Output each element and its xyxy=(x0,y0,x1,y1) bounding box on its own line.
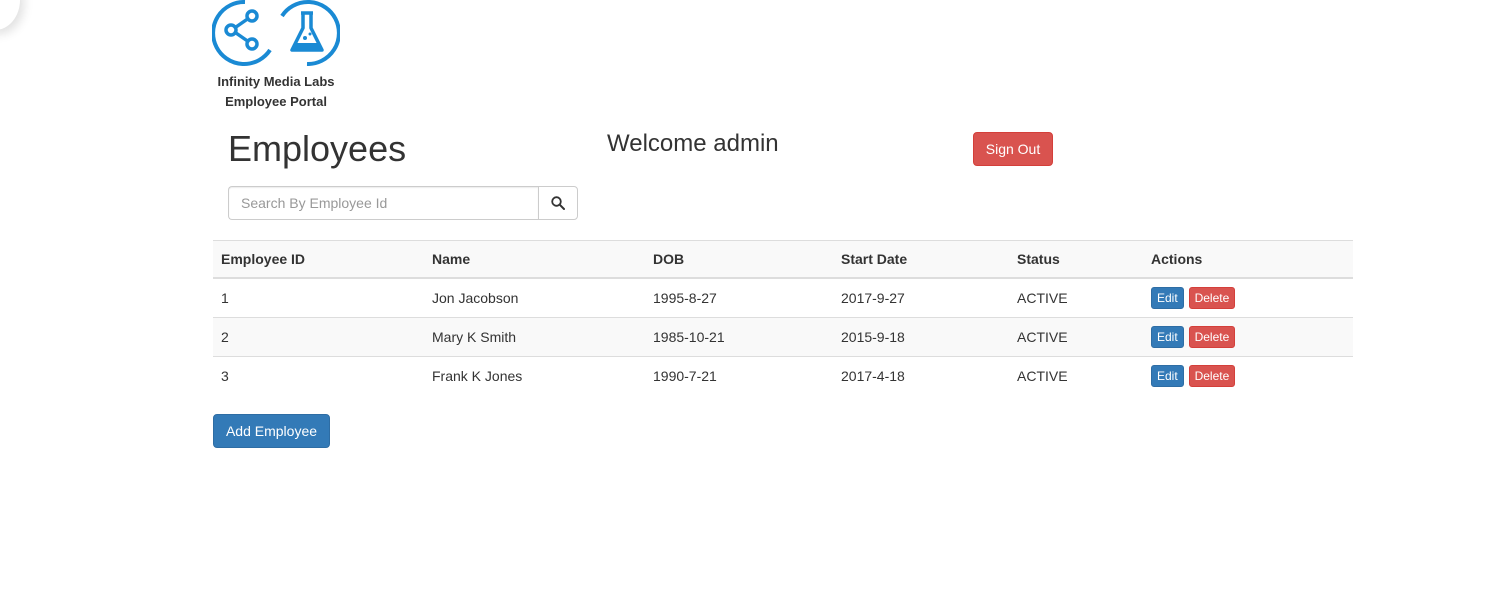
cell-start-date: 2017-9-27 xyxy=(833,278,1009,318)
search-group xyxy=(228,186,578,220)
cell-employee-id: 3 xyxy=(213,356,424,395)
cell-employee-id: 2 xyxy=(213,317,424,357)
cell-start-date: 2015-9-18 xyxy=(833,317,1009,357)
search-button[interactable] xyxy=(538,186,578,220)
brand-line-2: Employee Portal xyxy=(225,94,327,109)
cell-dob: 1995-8-27 xyxy=(645,278,833,318)
page: Infinity Media Labs Employee Portal Empl… xyxy=(0,0,1486,604)
column-header-dob: DOB xyxy=(645,240,833,279)
employee-table: Employee ID Name DOB Start Date Status A… xyxy=(213,240,1353,395)
add-employee-button[interactable]: Add Employee xyxy=(213,414,330,448)
brand-logo: Infinity Media Labs Employee Portal xyxy=(206,0,346,112)
table-row: 3 Frank K Jones 1990-7-21 2017-4-18 ACTI… xyxy=(213,356,1353,395)
table-body: 1 Jon Jacobson 1995-8-27 2017-9-27 ACTIV… xyxy=(213,278,1353,395)
cell-employee-id: 1 xyxy=(213,278,424,318)
delete-button[interactable]: Delete xyxy=(1188,326,1236,348)
cell-status: ACTIVE xyxy=(1009,317,1143,357)
search-input[interactable] xyxy=(228,186,539,220)
cell-actions: Edit Delete xyxy=(1143,356,1353,395)
cell-name: Frank K Jones xyxy=(424,356,645,395)
brand-line-1: Infinity Media Labs xyxy=(217,74,335,89)
cell-status: ACTIVE xyxy=(1009,278,1143,318)
cell-name: Mary K Smith xyxy=(424,317,645,357)
logo-icons xyxy=(206,0,346,68)
brand-name: Infinity Media Labs Employee Portal xyxy=(206,72,346,112)
welcome-message: Welcome admin xyxy=(607,130,779,157)
delete-button[interactable]: Delete xyxy=(1188,287,1236,309)
cell-dob: 1990-7-21 xyxy=(645,356,833,395)
cell-status: ACTIVE xyxy=(1009,356,1143,395)
delete-button[interactable]: Delete xyxy=(1188,365,1236,387)
column-header-actions: Actions xyxy=(1143,240,1353,279)
cell-actions: Edit Delete xyxy=(1143,317,1353,357)
flask-icon xyxy=(280,0,340,66)
corner-shadow xyxy=(0,0,20,30)
table-header: Employee ID Name DOB Start Date Status A… xyxy=(213,240,1353,279)
header-row: Employee ID Name DOB Start Date Status A… xyxy=(213,240,1353,279)
edit-button[interactable]: Edit xyxy=(1151,287,1184,309)
table-row: 2 Mary K Smith 1985-10-21 2015-9-18 ACTI… xyxy=(213,317,1353,357)
cell-actions: Edit Delete xyxy=(1143,278,1353,318)
cell-dob: 1985-10-21 xyxy=(645,317,833,357)
share-icon xyxy=(212,0,272,66)
edit-button[interactable]: Edit xyxy=(1151,326,1184,348)
column-header-name: Name xyxy=(424,240,645,279)
table-row: 1 Jon Jacobson 1995-8-27 2017-9-27 ACTIV… xyxy=(213,278,1353,318)
sign-out-button[interactable]: Sign Out xyxy=(973,132,1053,166)
cell-name: Jon Jacobson xyxy=(424,278,645,318)
page-title: Employees xyxy=(228,128,407,169)
edit-button[interactable]: Edit xyxy=(1151,365,1184,387)
cell-start-date: 2017-4-18 xyxy=(833,356,1009,395)
column-header-start-date: Start Date xyxy=(833,240,1009,279)
column-header-employee-id: Employee ID xyxy=(213,240,424,279)
search-icon xyxy=(551,196,566,210)
column-header-status: Status xyxy=(1009,240,1143,279)
